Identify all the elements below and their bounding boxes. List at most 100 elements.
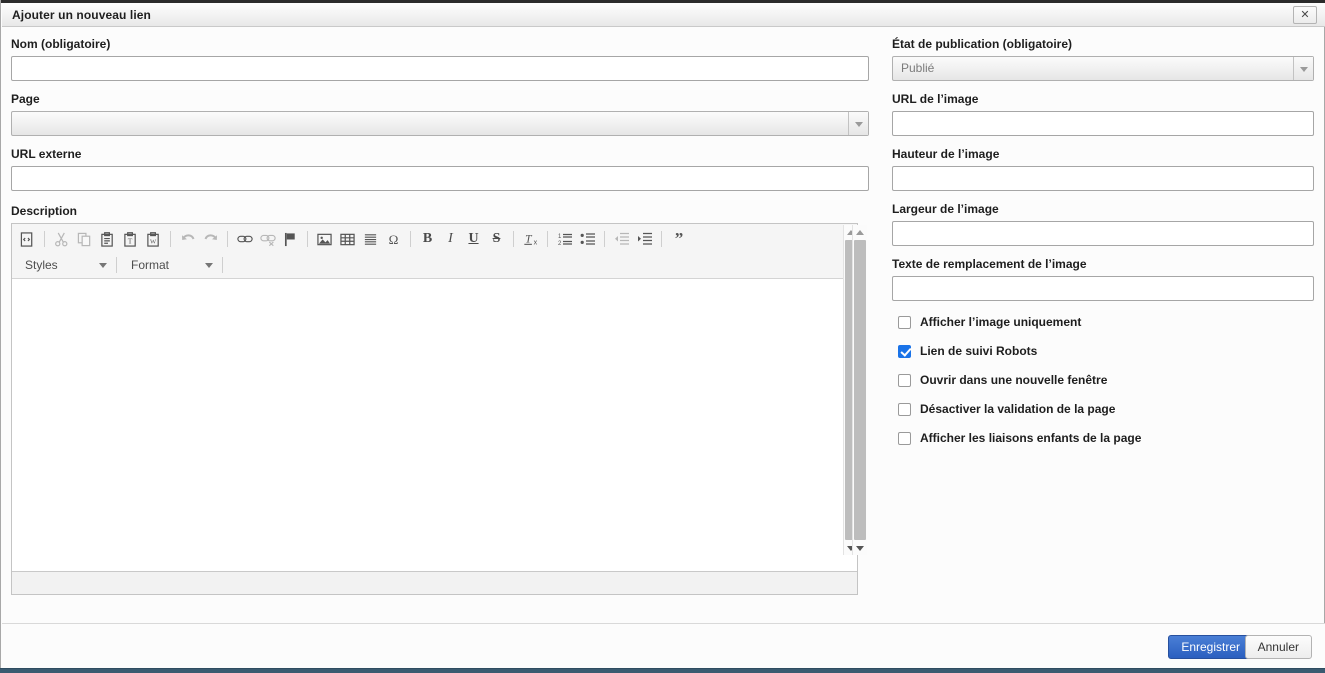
dialog-titlebar: Ajouter un nouveau lien ✕ — [2, 3, 1325, 27]
toolbar-separator — [44, 231, 45, 247]
image-icon[interactable] — [313, 228, 336, 250]
numbered-list-icon[interactable]: 12 — [553, 228, 576, 250]
bulleted-list-icon[interactable] — [576, 228, 599, 250]
close-icon[interactable]: ✕ — [1293, 6, 1317, 24]
svg-text:T: T — [128, 236, 133, 245]
field-url-image: URL de l’image — [892, 92, 1314, 136]
label-largeur-image: Largeur de l’image — [892, 202, 999, 216]
underline-icon[interactable]: U — [462, 228, 485, 250]
table-icon[interactable] — [336, 228, 359, 250]
save-button[interactable]: Enregistrer — [1168, 635, 1253, 659]
svg-text:W: W — [150, 238, 157, 245]
paste-as-text-icon[interactable]: T — [119, 228, 142, 250]
chevron-down-icon[interactable] — [848, 112, 868, 135]
format-dropdown[interactable]: Format — [122, 255, 217, 276]
toolbar-separator — [222, 257, 223, 273]
italic-icon[interactable]: I — [439, 228, 462, 250]
editor-toolbar-combo-row: Styles Format — [12, 252, 857, 278]
dialog-scrollbar-thumb[interactable] — [854, 240, 866, 540]
checkbox-disable-page-validation[interactable]: Désactiver la validation de la page — [898, 400, 1318, 418]
dialog-footer: Enregistrer Annuler — [2, 623, 1325, 669]
field-url-externe: URL externe — [11, 147, 869, 191]
anchor-icon[interactable] — [279, 228, 302, 250]
unlink-icon — [256, 228, 279, 250]
label-nom: Nom (obligatoire) — [11, 37, 111, 51]
toolbar-separator — [307, 231, 308, 247]
label-etat-publication: État de publication (obligatoire) — [892, 37, 1072, 51]
undo-icon — [176, 228, 199, 250]
blockquote-icon[interactable]: ” — [667, 228, 690, 250]
label-page: Page — [11, 92, 40, 106]
select-etat-publication-value: Publié — [901, 61, 935, 75]
input-texte-remplacement[interactable] — [892, 276, 1314, 301]
label-url-image: URL de l’image — [892, 92, 979, 106]
checkbox-open-new-window[interactable]: Ouvrir dans une nouvelle fenêtre — [898, 371, 1318, 389]
checkbox-unchecked-icon[interactable] — [898, 431, 911, 445]
strikethrough-icon[interactable]: S — [485, 228, 508, 250]
cut-icon — [50, 228, 73, 250]
dialog-vertical-scrollbar[interactable] — [852, 225, 867, 555]
field-nom: Nom (obligatoire) — [11, 37, 869, 81]
svg-text:1: 1 — [558, 234, 562, 240]
field-description: Description T W Ω B I U S Tx 1 2 ” Styles Format — [11, 204, 871, 595]
scroll-up-icon[interactable] — [853, 225, 867, 239]
redo-icon — [199, 228, 222, 250]
horizontal-rule-icon[interactable] — [359, 228, 382, 250]
link-icon[interactable] — [233, 228, 256, 250]
label-url-externe: URL externe — [11, 147, 82, 161]
checkbox-label: Ouvrir dans une nouvelle fenêtre — [920, 373, 1108, 387]
window-bottom-bar — [0, 668, 1325, 673]
paste-from-word-icon[interactable]: W — [142, 228, 165, 250]
format-dropdown-label: Format — [131, 258, 170, 272]
checkbox-label: Afficher les liaisons enfants de la page — [920, 431, 1142, 445]
editor-content-area[interactable] — [12, 279, 857, 571]
scroll-down-icon[interactable] — [853, 541, 867, 555]
chevron-down-icon — [99, 262, 107, 268]
checkbox-label: Afficher l’image uniquement — [920, 315, 1082, 329]
input-nom[interactable] — [11, 56, 869, 81]
select-etat-publication[interactable]: Publié — [892, 56, 1314, 81]
checkbox-label: Désactiver la validation de la page — [920, 402, 1116, 416]
special-character-icon[interactable]: Ω — [382, 228, 405, 250]
input-hauteur-image[interactable] — [892, 166, 1314, 191]
label-hauteur-image: Hauteur de l’image — [892, 147, 1000, 161]
paste-icon[interactable] — [96, 228, 119, 250]
indent-icon[interactable] — [633, 228, 656, 250]
chevron-down-icon — [205, 262, 213, 268]
input-url-externe[interactable] — [11, 166, 869, 191]
toolbar-separator — [547, 231, 548, 247]
editor-toolbar: T W Ω B I U S Tx 1 2 ” Styles Format — [12, 224, 857, 279]
rich-text-editor: T W Ω B I U S Tx 1 2 ” Styles Format — [11, 223, 858, 595]
svg-text:T: T — [525, 234, 533, 246]
field-texte-remplacement: Texte de remplacement de l’image — [892, 257, 1314, 301]
input-url-image[interactable] — [892, 111, 1314, 136]
input-largeur-image[interactable] — [892, 221, 1314, 246]
cancel-button[interactable]: Annuler — [1244, 635, 1312, 659]
chevron-down-icon[interactable] — [1293, 57, 1313, 80]
checkbox-checked-icon[interactable] — [898, 344, 911, 358]
toolbar-separator — [513, 231, 514, 247]
remove-format-icon[interactable]: Tx — [519, 228, 542, 250]
checkbox-show-image-only[interactable]: Afficher l’image uniquement — [898, 313, 1318, 331]
dialog-body: Nom (obligatoire) Page URL externe Descr… — [2, 28, 1314, 623]
field-hauteur-image: Hauteur de l’image — [892, 147, 1314, 191]
checkbox-label: Lien de suivi Robots — [920, 344, 1038, 358]
toolbar-separator — [227, 231, 228, 247]
checkbox-unchecked-icon[interactable] — [898, 402, 911, 416]
dialog-window: Ajouter un nouveau lien ✕ Nom (obligatoi… — [0, 0, 1325, 673]
checkbox-unchecked-icon[interactable] — [898, 315, 911, 329]
checkbox-show-child-links[interactable]: Afficher les liaisons enfants de la page — [898, 429, 1318, 447]
label-texte-remplacement: Texte de remplacement de l’image — [892, 257, 1087, 271]
field-etat-publication: État de publication (obligatoire) Publié — [892, 37, 1314, 81]
editor-status-bar — [12, 571, 857, 594]
svg-text:2: 2 — [558, 241, 562, 247]
checkbox-unchecked-icon[interactable] — [898, 373, 911, 387]
source-icon[interactable] — [16, 228, 39, 250]
bold-icon[interactable]: B — [416, 228, 439, 250]
styles-dropdown-label: Styles — [25, 258, 58, 272]
styles-dropdown[interactable]: Styles — [16, 255, 111, 276]
field-page: Page — [11, 92, 869, 136]
select-page[interactable] — [11, 111, 869, 136]
svg-text:”: ” — [674, 231, 683, 247]
checkbox-robots-follow-link[interactable]: Lien de suivi Robots — [898, 342, 1318, 360]
